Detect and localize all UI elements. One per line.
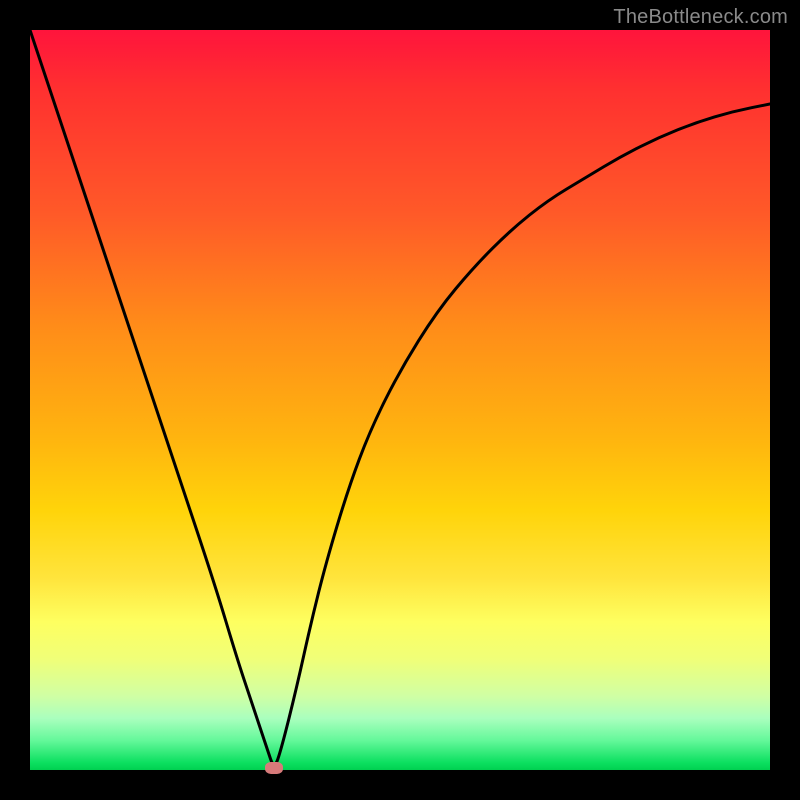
curve-svg [30, 30, 770, 770]
bottleneck-curve [30, 30, 770, 764]
chart-frame: TheBottleneck.com [0, 0, 800, 800]
minimum-marker [265, 762, 283, 774]
watermark-text: TheBottleneck.com [613, 6, 788, 29]
plot-area [30, 30, 770, 770]
